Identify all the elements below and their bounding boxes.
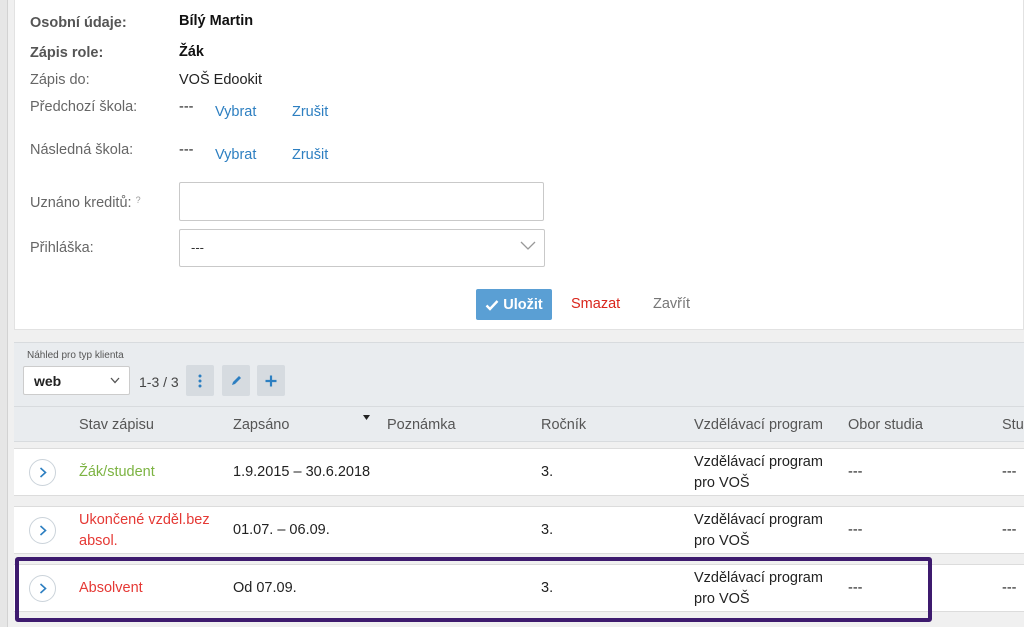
- personal-value: Bílý Martin: [179, 13, 254, 29]
- edit-button[interactable]: [222, 365, 250, 396]
- program-cell: Vzdělávací program pro VOŠ: [694, 452, 823, 494]
- credits-input[interactable]: [179, 182, 544, 221]
- program-line-1: Vzdělávací program: [694, 454, 823, 470]
- prev-school-label: Předchozí škola:: [30, 99, 138, 115]
- col-stu[interactable]: Stu: [1002, 417, 1024, 433]
- status-line-2: absol.: [79, 533, 118, 549]
- next-school-label: Následná škola:: [30, 142, 134, 158]
- stu-cell: ---: [1002, 580, 1017, 596]
- view-select-value: web: [34, 373, 62, 389]
- program-line-2: pro VOŠ: [694, 475, 750, 491]
- grid-header: Stav zápisu Zapsáno Poznámka Ročník Vzdě…: [14, 406, 1024, 442]
- status-cell: Ukončené vzděl.bez absol.: [79, 510, 210, 552]
- program-line-1: Vzdělávací program: [694, 512, 823, 528]
- credits-label: Uznáno kreditů:: [30, 195, 132, 211]
- view-select[interactable]: web: [23, 366, 130, 395]
- save-button[interactable]: Uložit: [476, 289, 552, 320]
- save-button-label: Uložit: [503, 296, 543, 313]
- next-school-choose-link[interactable]: Vybrat: [215, 147, 256, 163]
- enrolled-to-value: VOŠ Edookit: [179, 72, 263, 88]
- table-row[interactable]: Ukončené vzděl.bez absol. 01.07. – 06.09.…: [14, 506, 1024, 554]
- status-cell: Žák/student: [79, 464, 155, 480]
- expand-row-button[interactable]: [29, 459, 56, 486]
- chevron-down-icon: [520, 241, 536, 250]
- year-cell: 3.: [541, 464, 554, 480]
- role-label: Zápis role:: [30, 45, 104, 61]
- delete-button[interactable]: Smazat: [571, 296, 620, 312]
- stu-cell: ---: [1002, 464, 1017, 480]
- help-icon[interactable]: ?: [136, 195, 141, 205]
- stu-cell: ---: [1002, 522, 1017, 538]
- more-button[interactable]: [186, 365, 214, 396]
- sort-desc-icon[interactable]: [363, 415, 370, 420]
- enrolled-cell: 01.07. – 06.09.: [233, 522, 330, 538]
- grid-toolbar: Náhled pro typ klienta web 1-3 / 3: [14, 342, 1024, 406]
- vertical-dots-icon: [198, 374, 202, 387]
- chevron-down-icon: [110, 377, 120, 384]
- program-cell: Vzdělávací program pro VOŠ: [694, 510, 823, 552]
- prev-school-cancel-link[interactable]: Zrušit: [292, 104, 328, 120]
- expand-row-button[interactable]: [29, 517, 56, 544]
- role-value: Žák: [179, 44, 204, 60]
- pager: 1-3 / 3: [139, 374, 179, 390]
- enrollment-form: Osobní údaje: Bílý Martin Zápis role: Žá…: [14, 0, 1024, 330]
- prev-school-choose-link[interactable]: Vybrat: [215, 104, 256, 120]
- prev-school-value: ---: [179, 99, 194, 115]
- program-line-2: pro VOŠ: [694, 533, 750, 549]
- left-gutter: [0, 0, 8, 627]
- col-note[interactable]: Poznámka: [387, 417, 456, 433]
- close-button[interactable]: Zavřít: [653, 296, 690, 312]
- selection-highlight: [15, 557, 932, 622]
- pencil-icon: [232, 375, 241, 385]
- next-school-cancel-link[interactable]: Zrušit: [292, 147, 328, 163]
- col-status[interactable]: Stav zápisu: [79, 417, 154, 433]
- view-label: Náhled pro typ klienta: [27, 350, 124, 361]
- credits-label-wrap: Uznáno kreditů:?: [30, 195, 141, 211]
- table-row[interactable]: Žák/student 1.9.2015 – 30.6.2018 3. Vzdě…: [14, 448, 1024, 496]
- chevron-right-icon: [39, 525, 47, 536]
- application-select[interactable]: ---: [179, 229, 545, 267]
- field-cell: ---: [848, 464, 863, 480]
- chevron-right-icon: [39, 467, 47, 478]
- field-cell: ---: [848, 522, 863, 538]
- enrolled-cell: 1.9.2015 – 30.6.2018: [233, 464, 371, 480]
- enrolled-to-label: Zápis do:: [30, 72, 90, 88]
- application-select-value: ---: [191, 240, 204, 255]
- check-icon: [485, 299, 499, 311]
- status-line-1: Ukončené vzděl.bez: [79, 512, 210, 528]
- col-year[interactable]: Ročník: [541, 417, 586, 433]
- col-field[interactable]: Obor studia: [848, 417, 923, 433]
- add-button[interactable]: [257, 365, 285, 396]
- year-cell: 3.: [541, 522, 554, 538]
- plus-icon: [265, 375, 277, 386]
- application-label: Přihláška:: [30, 240, 94, 256]
- col-enrolled[interactable]: Zapsáno: [233, 417, 289, 433]
- personal-label: Osobní údaje:: [30, 15, 127, 31]
- col-program[interactable]: Vzdělávací program: [694, 417, 823, 433]
- next-school-value: ---: [179, 142, 194, 158]
